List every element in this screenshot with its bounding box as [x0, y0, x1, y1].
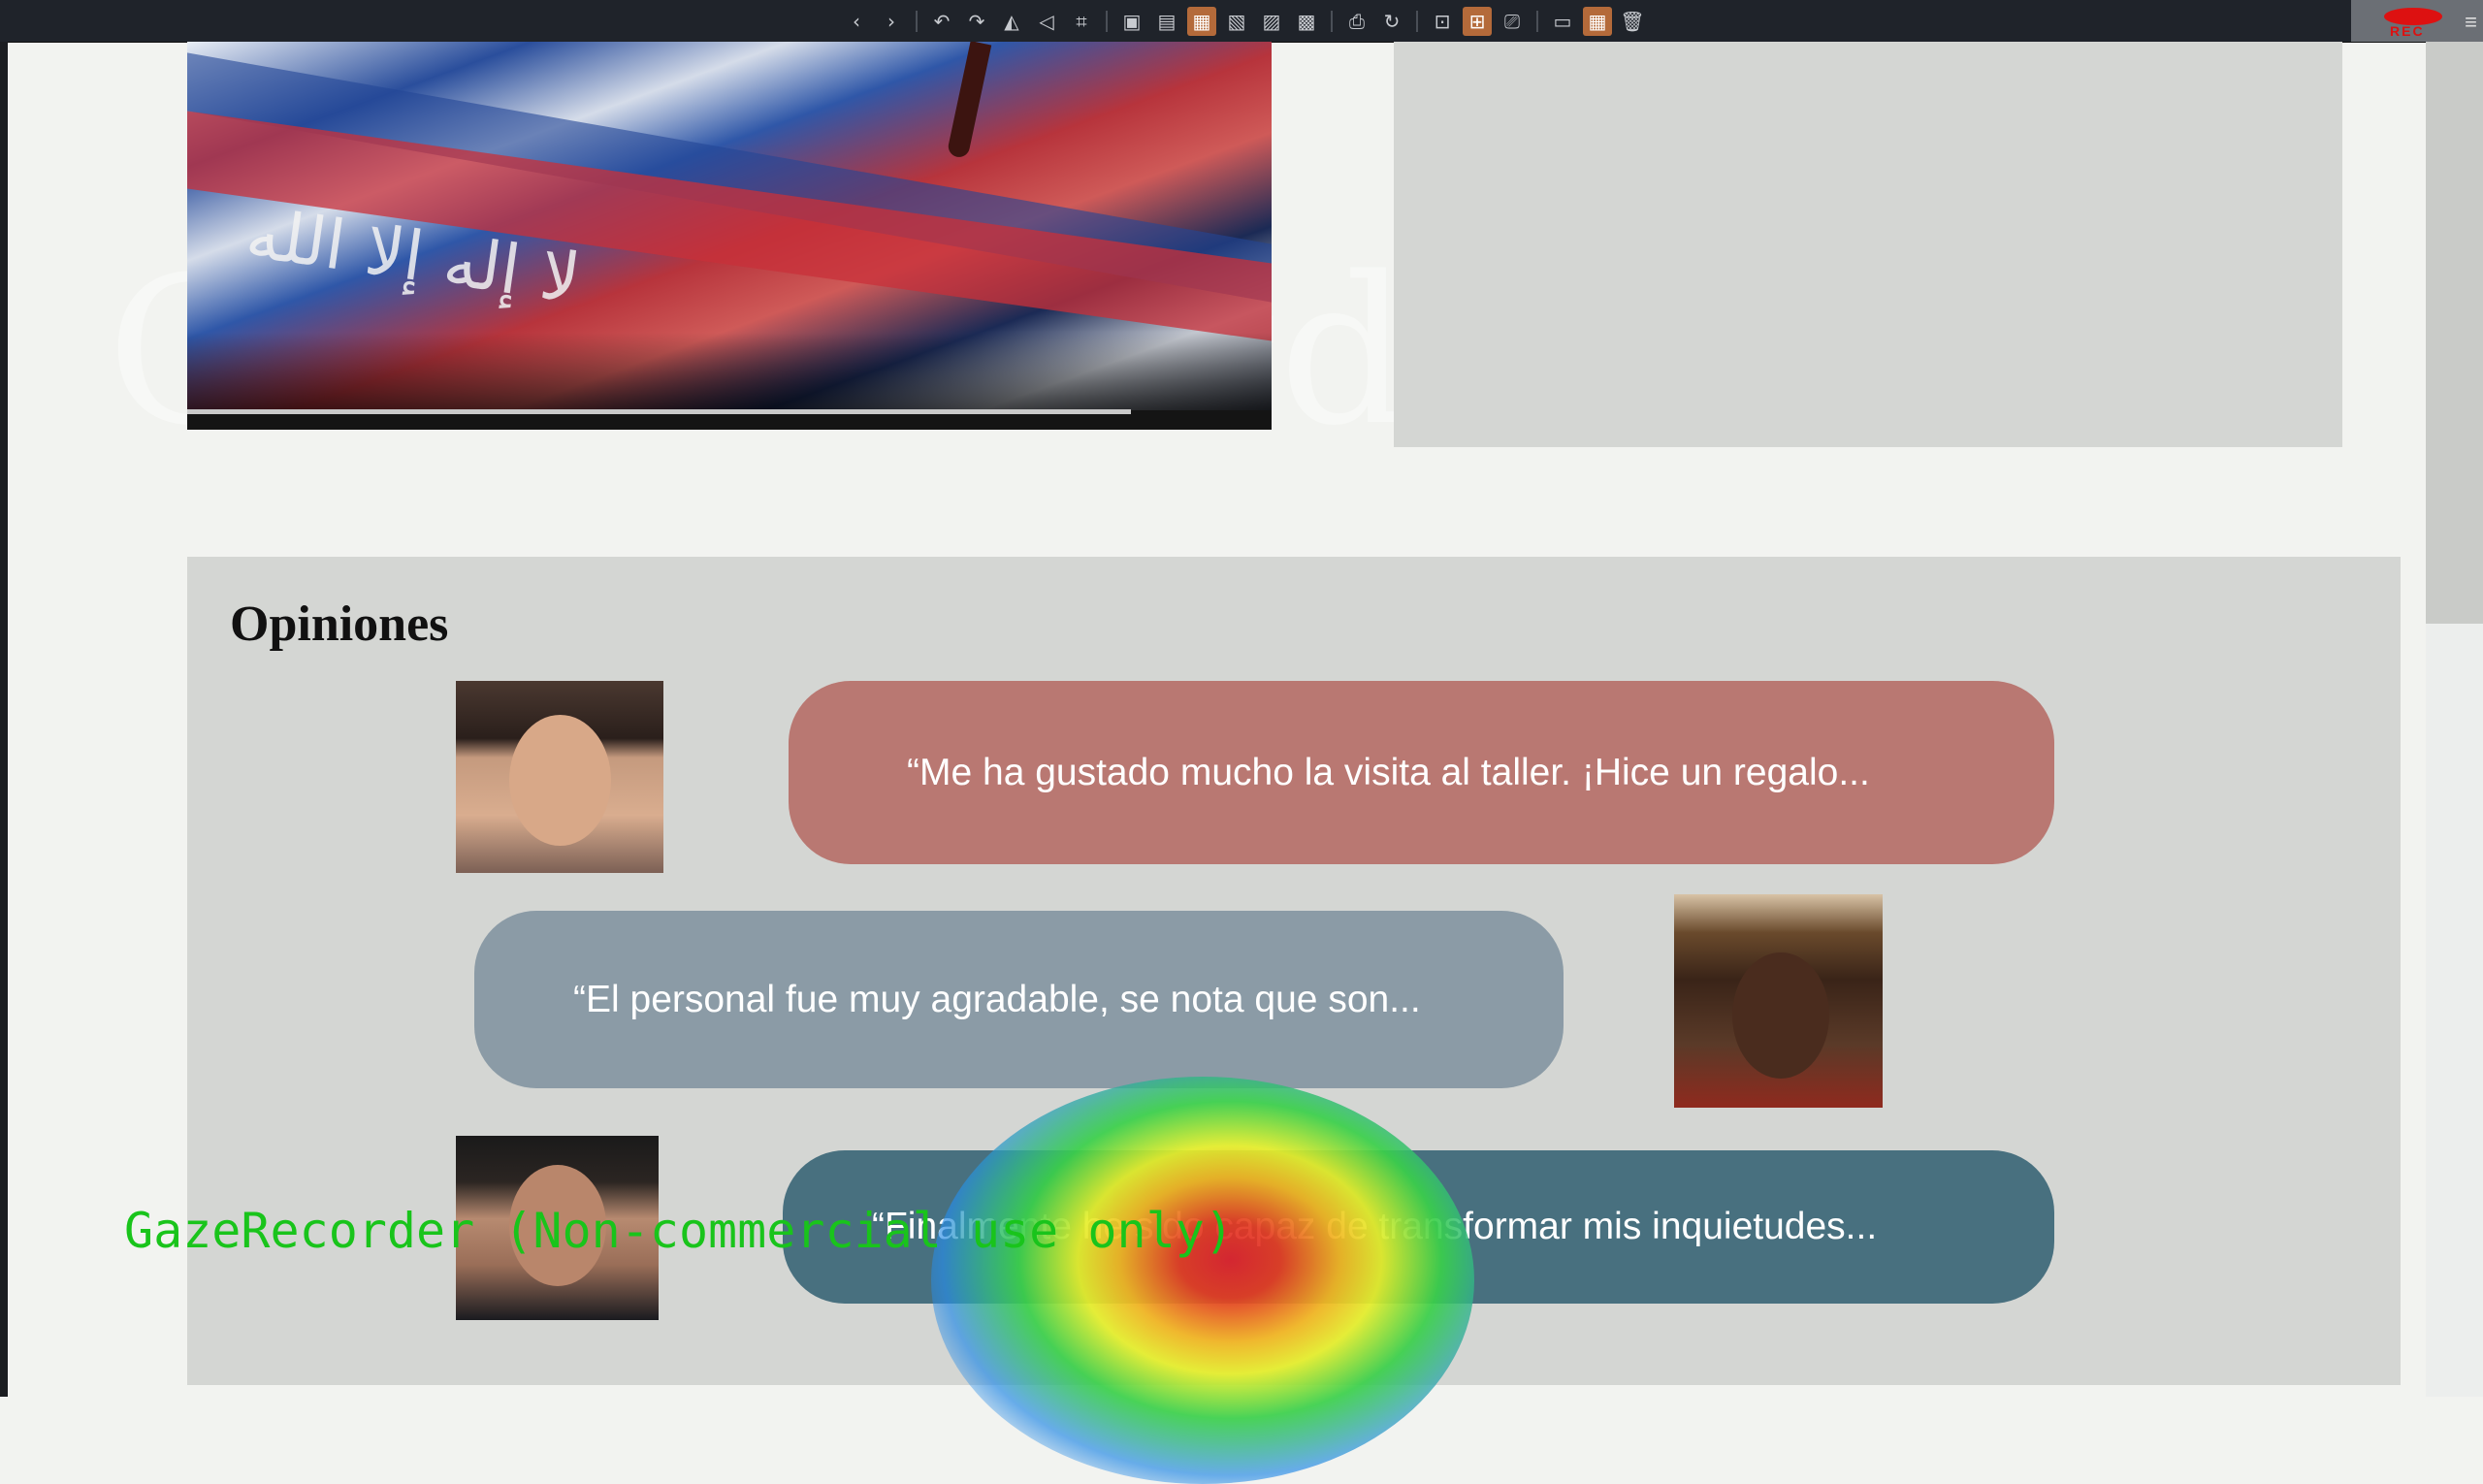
expand-icon[interactable]: ⊡: [1428, 7, 1457, 36]
toolbar-separator: [916, 11, 918, 32]
image-grid-icon[interactable]: ▧: [1222, 7, 1251, 36]
undo-icon[interactable]: ↶: [927, 7, 956, 36]
gaze-heatmap: [931, 1077, 1474, 1484]
left-border: [0, 42, 8, 1397]
scrollbar-thumb[interactable]: [2426, 42, 2483, 624]
record-indicator[interactable]: REC ≡: [2351, 0, 2483, 42]
brush-tip: [946, 42, 992, 159]
toolbar-separator: [1331, 11, 1333, 32]
video-progress-fill: [187, 409, 1131, 414]
section-title: Opiniones: [230, 597, 449, 652]
gazerecorder-label: GazeRecorder (Non-commercial use only): [124, 1203, 1234, 1259]
zoom-area-icon[interactable]: ⊞: [1463, 7, 1492, 36]
menu-icon[interactable]: ≡: [2465, 10, 2477, 35]
redo-icon[interactable]: ↷: [962, 7, 991, 36]
send-icon[interactable]: ◁: [1032, 7, 1061, 36]
region-icon[interactable]: ▨: [1257, 7, 1286, 36]
refresh-icon[interactable]: ↻: [1377, 7, 1406, 36]
image-icon[interactable]: ▭: [1548, 7, 1577, 36]
chevron-left-icon[interactable]: ‹: [842, 7, 871, 36]
picture-icon[interactable]: ⎚: [1498, 7, 1527, 36]
record-label: REC: [2390, 23, 2425, 39]
crop-icon[interactable]: ⌗: [1067, 7, 1096, 36]
toolbar-separator: [1106, 11, 1108, 32]
strip-icon[interactable]: ▩: [1292, 7, 1321, 36]
testimonial-text: “El personal fue muy agradable, se nota …: [573, 978, 1421, 1020]
toolbar-separator: [1536, 11, 1538, 32]
testimonial-bubble[interactable]: “Me ha gustado mucho la visita al taller…: [789, 681, 2054, 864]
avatar-face: [1732, 952, 1829, 1079]
trash-icon[interactable]: 🗑: [1618, 7, 1647, 36]
app-toolbar: ‹ › ↶ ↷ ◭ ◁ ⌗ ▣ ▤ ▦ ▧ ▨ ▩ ⎙ ↻ ⊡ ⊞ ⎚ ▭ ▦ 🗑 REC ≡: [0, 0, 2483, 43]
toolbar-tools: ‹ › ↶ ↷ ◭ ◁ ⌗ ▣ ▤ ▦ ▧ ▨ ▩ ⎙ ↻ ⊡ ⊞ ⎚ ▭ ▦ 🗑: [842, 6, 1647, 37]
avatar-face: [509, 715, 611, 846]
lock-icon[interactable]: ▤: [1152, 7, 1181, 36]
toolbar-separator: [1416, 11, 1418, 32]
side-panel: [1394, 42, 2342, 447]
avatar: [456, 681, 663, 873]
testimonial-bubble[interactable]: “El personal fue muy agradable, se nota …: [474, 911, 1564, 1088]
chevron-right-icon[interactable]: ›: [877, 7, 906, 36]
flip-icon[interactable]: ◭: [997, 7, 1026, 36]
hero-video[interactable]: لا إله إلا الله: [187, 42, 1272, 430]
print-icon[interactable]: ⎙: [1342, 7, 1371, 36]
frame-icon[interactable]: ▣: [1117, 7, 1146, 36]
avatar: [1674, 894, 1883, 1108]
image-layout-icon[interactable]: ▦: [1187, 7, 1216, 36]
testimonial-text: “Me ha gustado mucho la visita al taller…: [907, 751, 1870, 793]
grid-icon[interactable]: ▦: [1583, 7, 1612, 36]
